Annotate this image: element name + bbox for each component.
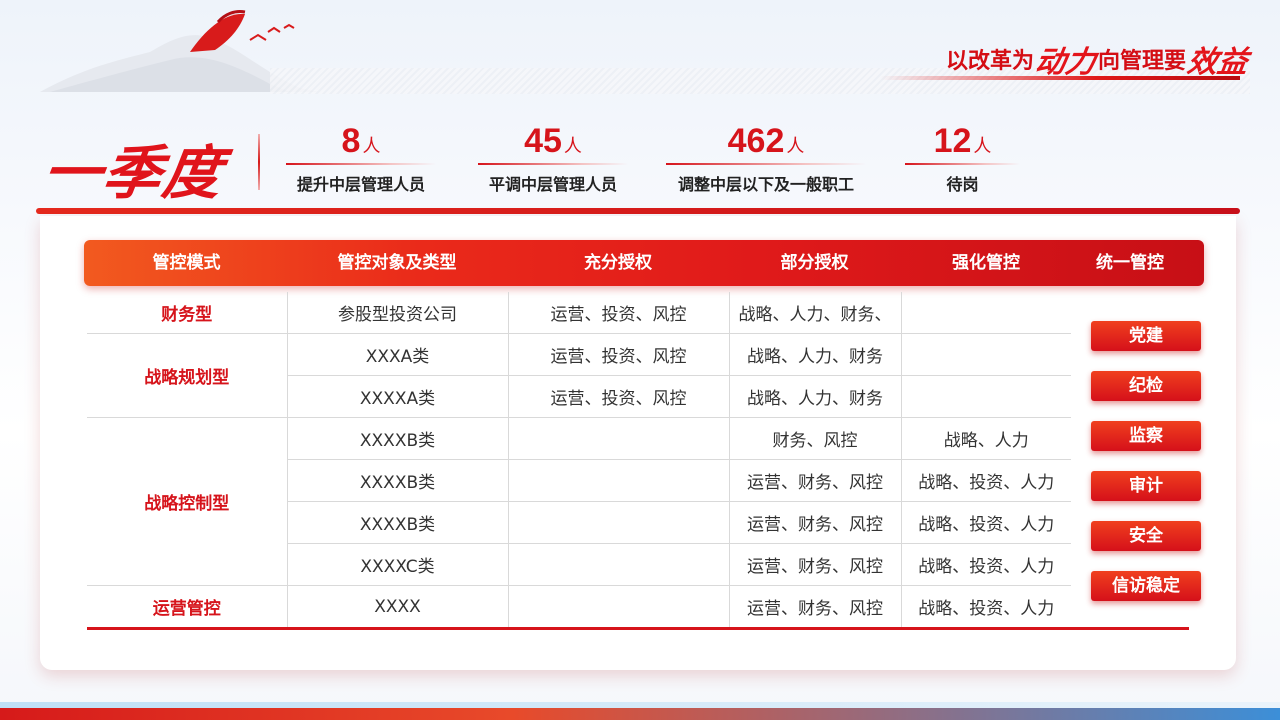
tag-supervision: 监察 — [1091, 421, 1201, 451]
table-row: 战略规划型 XXXA类 运营、投资、风控 战略、人力、财务 — [87, 333, 1071, 418]
strengthen-cell: 战略、投资、人力 — [901, 585, 1071, 628]
full-auth-cell: 运营、投资、风控 — [508, 333, 730, 376]
table-row: 战略控制型 XXXXB类 财务、风控 战略、人力 — [87, 417, 1071, 586]
partial-auth-cell: 战略、人力、财务 — [729, 375, 902, 418]
stat-adjusted: 462 人 调整中层以下及一般职工 — [666, 122, 866, 195]
tag-petition-stability: 信访稳定 — [1091, 571, 1201, 601]
slogan-part-4: 效益 — [1185, 45, 1250, 80]
table-row: 财务型 参股型投资公司 运营、投资、风控 战略、人力、财务、 — [87, 292, 1071, 334]
stat-underline — [286, 163, 436, 165]
stat-number: 12 — [933, 122, 972, 160]
tag-safety: 安全 — [1091, 521, 1201, 551]
target-cell: XXXXA类 — [287, 375, 509, 418]
control-table: 财务型 参股型投资公司 运营、投资、风控 战略、人力、财务、 战略规划型 XXX… — [87, 292, 1071, 628]
target-cell: XXXA类 — [287, 333, 509, 376]
full-auth-cell — [508, 501, 730, 544]
target-cell: XXXXB类 — [287, 417, 509, 460]
header-full-authorization: 充分授权 — [584, 253, 652, 273]
strengthen-cell: 战略、人力 — [901, 417, 1071, 460]
page-title: 一季度 — [38, 139, 229, 207]
target-cell: 参股型投资公司 — [287, 292, 509, 334]
stat-label: 待岗 — [946, 175, 979, 194]
target-cell: XXXXB类 — [287, 459, 509, 502]
partial-auth-cell: 运营、财务、风控 — [729, 585, 902, 628]
tag-party-building: 党建 — [1091, 321, 1201, 351]
mode-cell: 战略控制型 — [87, 417, 288, 586]
partial-auth-cell: 运营、财务、风控 — [729, 543, 902, 586]
stat-unit: 人 — [563, 136, 582, 157]
strengthen-cell — [901, 333, 1071, 376]
mode-cell: 战略规划型 — [87, 333, 288, 418]
header-partial-authorization: 部分授权 — [780, 253, 849, 273]
full-auth-cell: 运营、投资、风控 — [508, 375, 730, 418]
slogan-part-2: 动力 — [1033, 45, 1098, 80]
partial-auth-cell: 财务、风控 — [729, 417, 902, 460]
stat-number: 462 — [727, 122, 785, 160]
partial-auth-cell: 运营、财务、风控 — [729, 501, 902, 544]
partial-auth-cell: 战略、人力、财务、 — [729, 292, 902, 334]
tag-audit: 审计 — [1091, 471, 1201, 501]
stat-underline — [666, 163, 866, 165]
tag-discipline-inspection: 纪检 — [1091, 371, 1201, 401]
mode-cell: 运营管控 — [87, 585, 288, 628]
stat-underline — [478, 163, 628, 165]
target-cell: XXXXC类 — [287, 543, 509, 586]
stat-unit: 人 — [362, 136, 381, 157]
strengthen-cell — [901, 375, 1071, 418]
stat-label: 提升中层管理人员 — [296, 175, 425, 194]
stat-transferred: 45 人 平调中层管理人员 — [478, 122, 628, 195]
header-unified-control: 统一管控 — [1096, 253, 1164, 273]
stat-number: 45 — [524, 122, 562, 160]
strengthen-cell: 战略、投资、人力 — [901, 459, 1071, 502]
stat-unit: 人 — [786, 136, 805, 157]
full-auth-cell: 运营、投资、风控 — [508, 292, 730, 334]
table-bottom-rule — [87, 627, 1189, 630]
strengthen-cell: 战略、投资、人力 — [901, 543, 1071, 586]
strengthen-cell — [901, 292, 1071, 334]
target-cell: XXXX — [287, 585, 509, 628]
stat-unit: 人 — [973, 136, 992, 157]
stat-label: 平调中层管理人员 — [488, 175, 617, 194]
full-auth-cell — [508, 459, 730, 502]
stat-promoted: 8人 提升中层管理人员 — [286, 122, 436, 195]
table-row: 运营管控 XXXX 运营、财务、风控 战略、投资、人力 — [87, 585, 1071, 628]
target-cell: XXXXB类 — [287, 501, 509, 544]
full-auth-cell — [508, 543, 730, 586]
header-control-mode: 管控模式 — [152, 253, 221, 273]
slogan-part-1: 以改革为 — [945, 48, 1034, 74]
header-control-target: 管控对象及类型 — [337, 253, 457, 273]
header-strengthened-control: 强化管控 — [952, 253, 1020, 273]
slogan-underline — [880, 76, 1240, 80]
strengthen-cell: 战略、投资、人力 — [901, 501, 1071, 544]
full-auth-cell — [508, 585, 730, 628]
mode-cell: 财务型 — [87, 292, 288, 334]
stat-number: 8 — [341, 122, 361, 160]
footer-strip — [0, 708, 1280, 720]
stat-label: 调整中层以下及一般职工 — [677, 175, 854, 194]
section-divider — [36, 208, 1240, 214]
stat-standby: 12 人 待岗 — [905, 122, 1020, 195]
slogan-part-3: 向管理要 — [1097, 48, 1186, 74]
partial-auth-cell: 运营、财务、风控 — [729, 459, 902, 502]
title-divider — [258, 134, 260, 190]
partial-auth-cell: 战略、人力、财务 — [729, 333, 902, 376]
full-auth-cell — [508, 417, 730, 460]
stat-underline — [905, 163, 1020, 165]
